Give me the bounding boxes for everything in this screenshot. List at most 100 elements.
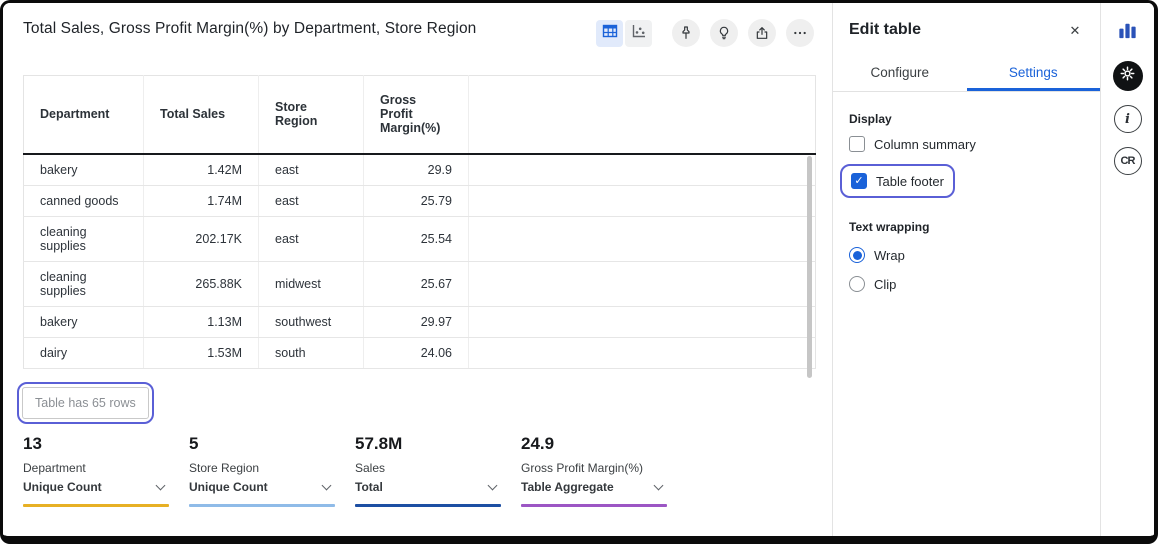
text-wrapping-section-label: Text wrapping bbox=[849, 220, 1084, 234]
column-header-gross-profit-margin[interactable]: Gross Profit Margin(%) bbox=[364, 76, 469, 154]
cr-logo-button[interactable]: CR bbox=[1114, 147, 1142, 175]
table-row[interactable]: cleaning supplies 202.17K east 25.54 bbox=[24, 216, 816, 261]
card-aggregation-selector[interactable]: Table Aggregate bbox=[521, 480, 667, 494]
cell-empty bbox=[469, 337, 816, 368]
info-icon: i bbox=[1125, 112, 1130, 127]
lightbulb-button[interactable] bbox=[710, 19, 738, 47]
column-summary-checkbox[interactable] bbox=[849, 136, 865, 152]
cell-total-sales[interactable]: 1.74M bbox=[144, 185, 259, 216]
card-aggregation-selector[interactable]: Total bbox=[355, 480, 501, 494]
bar-chart-icon bbox=[1116, 19, 1139, 47]
panel-title: Edit table bbox=[833, 3, 1100, 39]
column-header-total-sales[interactable]: Total Sales bbox=[144, 76, 259, 154]
cell-department[interactable]: canned goods bbox=[24, 185, 144, 216]
page-title: Total Sales, Gross Profit Margin(%) by D… bbox=[23, 20, 476, 38]
summary-card-gross-profit-margin: 24.9 Gross Profit Margin(%) Table Aggreg… bbox=[521, 434, 667, 507]
cell-total-sales[interactable]: 1.53M bbox=[144, 337, 259, 368]
tab-configure[interactable]: Configure bbox=[833, 55, 967, 91]
chevron-down-icon bbox=[156, 480, 166, 490]
cell-department[interactable]: bakery bbox=[24, 154, 144, 186]
card-value: 13 bbox=[23, 434, 169, 454]
card-aggregation-label: Unique Count bbox=[23, 480, 102, 494]
cell-total-sales[interactable]: 1.13M bbox=[144, 306, 259, 337]
cell-total-sales[interactable]: 1.42M bbox=[144, 154, 259, 186]
right-icon-rail: i CR bbox=[1100, 3, 1154, 536]
table-row[interactable]: cleaning supplies 265.88K midwest 25.67 bbox=[24, 261, 816, 306]
cell-store-region[interactable]: southwest bbox=[259, 306, 364, 337]
column-header-department[interactable]: Department bbox=[24, 76, 144, 154]
cell-store-region[interactable]: east bbox=[259, 185, 364, 216]
table-row[interactable]: bakery 1.42M east 29.9 bbox=[24, 154, 816, 186]
column-header-empty bbox=[469, 76, 816, 154]
card-aggregation-label: Total bbox=[355, 480, 383, 494]
cell-gross-profit-margin[interactable]: 25.54 bbox=[364, 216, 469, 261]
cell-store-region[interactable]: east bbox=[259, 216, 364, 261]
main-area: Total Sales, Gross Profit Margin(%) by D… bbox=[3, 3, 832, 536]
charts-rail-button[interactable] bbox=[1116, 19, 1139, 47]
card-underline bbox=[355, 504, 501, 507]
column-summary-label: Column summary bbox=[874, 137, 976, 152]
cell-empty bbox=[469, 154, 816, 186]
table-scrollbar[interactable] bbox=[807, 156, 812, 378]
table-row[interactable]: bakery 1.13M southwest 29.97 bbox=[24, 306, 816, 337]
chevron-down-icon bbox=[322, 480, 332, 490]
app-window: Total Sales, Gross Profit Margin(%) by D… bbox=[0, 0, 1158, 544]
info-rail-button[interactable]: i bbox=[1114, 105, 1142, 133]
pin-button[interactable] bbox=[672, 19, 700, 47]
cell-gross-profit-margin[interactable]: 24.06 bbox=[364, 337, 469, 368]
panel-tabs: Configure Settings bbox=[833, 55, 1100, 92]
table-row[interactable]: dairy 1.53M south 24.06 bbox=[24, 337, 816, 368]
table-footer-checkbox[interactable] bbox=[851, 173, 867, 189]
cell-gross-profit-margin[interactable]: 25.67 bbox=[364, 261, 469, 306]
close-panel-button[interactable]: ✕ bbox=[1064, 20, 1086, 42]
card-label: Store Region bbox=[189, 461, 335, 475]
cell-gross-profit-margin[interactable]: 25.79 bbox=[364, 185, 469, 216]
table-view-button[interactable] bbox=[596, 20, 623, 47]
card-aggregation-selector[interactable]: Unique Count bbox=[23, 480, 169, 494]
cell-department[interactable]: dairy bbox=[24, 337, 144, 368]
format-settings-rail-button[interactable] bbox=[1113, 61, 1143, 91]
card-aggregation-label: Table Aggregate bbox=[521, 480, 614, 494]
clip-option[interactable]: Clip bbox=[849, 276, 1084, 292]
table-view-icon bbox=[602, 23, 618, 44]
cell-gross-profit-margin[interactable]: 29.97 bbox=[364, 306, 469, 337]
cell-department[interactable]: bakery bbox=[24, 306, 144, 337]
cell-total-sales[interactable]: 202.17K bbox=[144, 216, 259, 261]
wrap-option[interactable]: Wrap bbox=[849, 247, 1084, 263]
summary-cards: 13 Department Unique Count 5 Store Regio… bbox=[23, 434, 667, 507]
column-header-store-region[interactable]: Store Region bbox=[259, 76, 364, 154]
cell-store-region[interactable]: east bbox=[259, 154, 364, 186]
cell-gross-profit-margin[interactable]: 29.9 bbox=[364, 154, 469, 186]
card-aggregation-selector[interactable]: Unique Count bbox=[189, 480, 335, 494]
table-footer-annotation: Table has 65 rows bbox=[17, 382, 154, 424]
cell-department[interactable]: cleaning supplies bbox=[24, 261, 144, 306]
table-footer-annotation-highlight: Table footer bbox=[840, 164, 955, 198]
cell-store-region[interactable]: south bbox=[259, 337, 364, 368]
clip-radio[interactable] bbox=[849, 276, 865, 292]
card-aggregation-label: Unique Count bbox=[189, 480, 268, 494]
card-label: Sales bbox=[355, 461, 501, 475]
cr-logo: CR bbox=[1121, 155, 1135, 167]
panel-body: Display Column summary Table footer Text… bbox=[833, 112, 1100, 292]
card-label: Department bbox=[23, 461, 169, 475]
table-footer-option[interactable]: Table footer bbox=[851, 173, 944, 189]
column-summary-option[interactable]: Column summary bbox=[849, 136, 1084, 152]
more-button[interactable] bbox=[786, 19, 814, 47]
cell-total-sales[interactable]: 265.88K bbox=[144, 261, 259, 306]
share-button[interactable] bbox=[748, 19, 776, 47]
cell-store-region[interactable]: midwest bbox=[259, 261, 364, 306]
cell-department[interactable]: cleaning supplies bbox=[24, 216, 144, 261]
tab-settings[interactable]: Settings bbox=[967, 55, 1101, 91]
chevron-down-icon bbox=[654, 480, 664, 490]
chevron-down-icon bbox=[488, 480, 498, 490]
toolbar bbox=[596, 19, 814, 47]
cell-empty bbox=[469, 185, 816, 216]
chart-view-button[interactable] bbox=[625, 20, 652, 47]
cell-empty bbox=[469, 261, 816, 306]
table-row[interactable]: canned goods 1.74M east 25.79 bbox=[24, 185, 816, 216]
card-underline bbox=[521, 504, 667, 507]
wrap-radio[interactable] bbox=[849, 247, 865, 263]
edit-table-panel: Edit table ✕ Configure Settings Display … bbox=[832, 3, 1100, 536]
summary-card-department: 13 Department Unique Count bbox=[23, 434, 169, 507]
card-value: 57.8M bbox=[355, 434, 501, 454]
